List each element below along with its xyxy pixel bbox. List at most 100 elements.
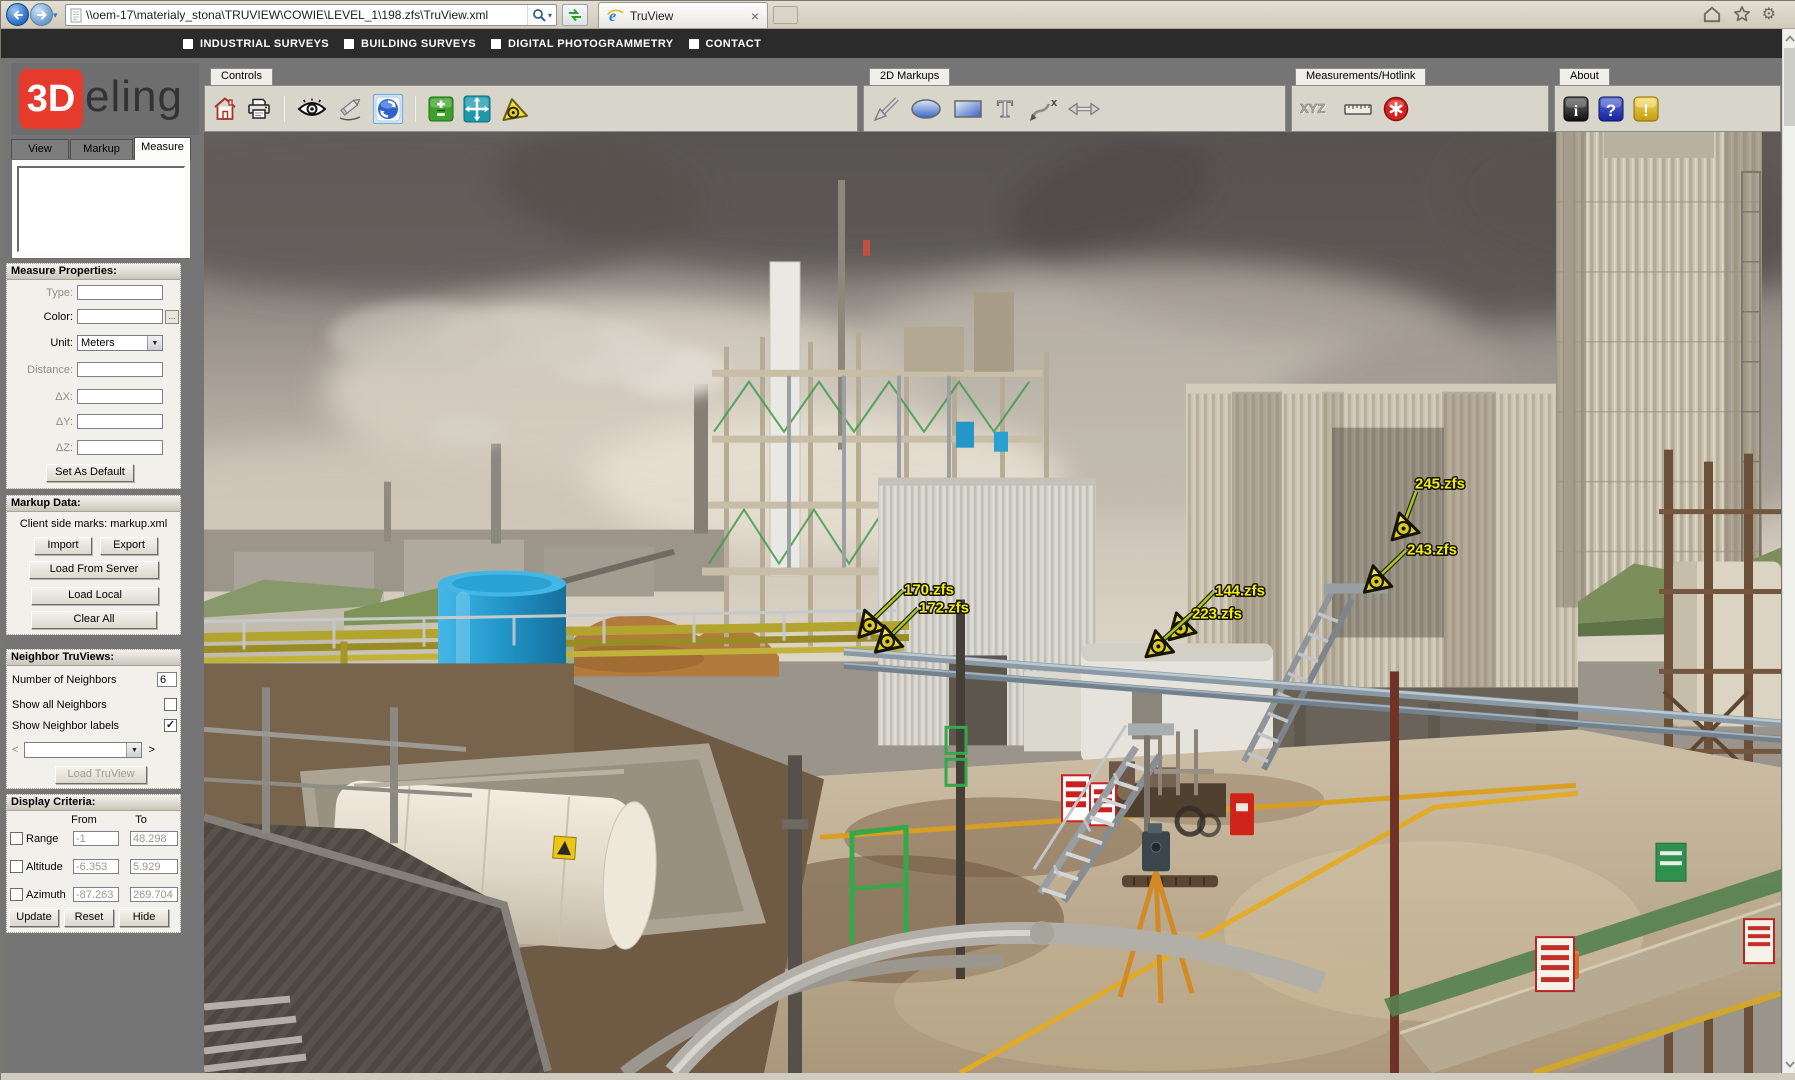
neighbor-truviews-panel: Neighbor TruViews: Number of Neighbors S… bbox=[6, 649, 181, 789]
type-label: Type: bbox=[7, 287, 77, 299]
scroll-down-icon[interactable] bbox=[1783, 1055, 1795, 1073]
scroll-up-icon[interactable] bbox=[1783, 29, 1795, 47]
marker-label[interactable]: 144.zfs bbox=[1215, 583, 1265, 600]
markup-mode-button[interactable] bbox=[336, 97, 364, 121]
view-refresh-button[interactable] bbox=[373, 94, 403, 124]
rectangle-markup-button[interactable] bbox=[952, 98, 984, 120]
search-control[interactable]: ▾ bbox=[527, 5, 556, 25]
neighbor-select[interactable]: ▼ bbox=[24, 742, 142, 758]
help-button[interactable]: ? bbox=[1598, 96, 1624, 122]
tab-view[interactable]: View bbox=[11, 139, 69, 159]
width-measure-button[interactable] bbox=[1067, 99, 1101, 119]
dz-label: ΔZ: bbox=[7, 442, 77, 454]
load-from-server-button[interactable]: Load From Server bbox=[29, 561, 159, 579]
dy-field[interactable] bbox=[77, 414, 163, 429]
marker-label[interactable]: 170.zfs bbox=[904, 582, 954, 599]
load-truview-button[interactable]: Load TruView bbox=[55, 766, 147, 784]
neighbor-markers-button[interactable] bbox=[500, 96, 528, 122]
ellipse-markup-button[interactable] bbox=[909, 97, 943, 121]
warning-icon: ! bbox=[1633, 96, 1659, 122]
truview-panorama[interactable]: 170.zfs 172.zfs 144.zfs 223.zfs 245.zfs bbox=[204, 132, 1781, 1073]
next-neighbor-button[interactable]: > bbox=[148, 744, 154, 756]
marker-label[interactable]: 172.zfs bbox=[919, 599, 969, 616]
altitude-checkbox[interactable] bbox=[10, 860, 23, 873]
measure-list[interactable] bbox=[17, 166, 185, 252]
home-view-button[interactable] bbox=[213, 96, 237, 122]
type-field[interactable] bbox=[77, 285, 163, 300]
color-picker-button[interactable]: ... bbox=[165, 310, 179, 324]
address-url[interactable]: \\oem-17\materialy_stona\TRUVIEW\COWIE\L… bbox=[86, 8, 527, 22]
measure-distance-button[interactable] bbox=[1343, 101, 1373, 117]
altitude-from-field[interactable] bbox=[73, 859, 119, 874]
update-button[interactable]: Update bbox=[9, 909, 59, 927]
browser-back-button[interactable] bbox=[6, 3, 29, 26]
browser-forward-button[interactable] bbox=[30, 3, 53, 26]
refresh-icon bbox=[567, 8, 583, 22]
hotlink-button[interactable] bbox=[1382, 95, 1410, 123]
unit-select[interactable]: Meters▼ bbox=[77, 335, 163, 351]
color-field[interactable] bbox=[77, 309, 163, 324]
show-all-neighbors-checkbox[interactable] bbox=[164, 698, 177, 711]
3deling-logo: 3D eling bbox=[11, 63, 199, 135]
azimuth-checkbox[interactable] bbox=[10, 888, 23, 901]
adjust-image-button[interactable] bbox=[428, 96, 454, 122]
favorites-star-icon[interactable] bbox=[1733, 5, 1751, 23]
prev-neighbor-button[interactable]: < bbox=[12, 744, 18, 756]
nav-item-industrial-surveys[interactable]: INDUSTRIAL SURVEYS bbox=[183, 38, 329, 50]
xyz-coordinates-button[interactable]: XYZ XYZ bbox=[1300, 100, 1334, 118]
dz-field[interactable] bbox=[77, 440, 163, 455]
clear-all-button[interactable]: Clear All bbox=[31, 611, 157, 629]
reset-button[interactable]: Reset bbox=[64, 909, 114, 927]
polyline-coordinates-button[interactable]: x bbox=[1026, 96, 1058, 122]
home-icon[interactable] bbox=[1702, 5, 1722, 23]
panorama-viewport[interactable]: 170.zfs 172.zfs 144.zfs 223.zfs 245.zfs bbox=[204, 132, 1781, 1073]
nav-item-contact[interactable]: CONTACT bbox=[689, 38, 762, 50]
recent-pages-caret-icon[interactable]: ▾ bbox=[53, 10, 58, 21]
settings-gear-icon[interactable]: ⚙ bbox=[1762, 4, 1776, 24]
export-button[interactable]: Export bbox=[100, 537, 158, 555]
range-checkbox[interactable] bbox=[10, 832, 23, 845]
info-button[interactable]: i bbox=[1563, 96, 1589, 122]
scrollbar-thumb[interactable] bbox=[1784, 48, 1795, 126]
number-of-neighbors-field[interactable] bbox=[157, 672, 177, 687]
combo-arrow-icon[interactable]: ▼ bbox=[147, 336, 162, 350]
altitude-to-field[interactable] bbox=[130, 859, 178, 874]
browser-tab[interactable]: e TruView × bbox=[598, 2, 768, 28]
tab-markup[interactable]: Markup bbox=[70, 139, 133, 159]
dx-field[interactable] bbox=[77, 389, 163, 404]
azimuth-from-field[interactable] bbox=[73, 887, 119, 902]
arrow-markup-button[interactable] bbox=[872, 96, 900, 122]
nav-item-building-surveys[interactable]: BUILDING SURVEYS bbox=[344, 38, 476, 50]
show-all-neighbors-label: Show all Neighbors bbox=[12, 699, 164, 711]
range-from-field[interactable] bbox=[73, 831, 119, 846]
warning-button[interactable]: ! bbox=[1633, 96, 1659, 122]
load-local-button[interactable]: Load Local bbox=[31, 587, 159, 605]
marker-label[interactable]: 245.zfs bbox=[1415, 476, 1465, 493]
pan-arrows-icon bbox=[463, 95, 491, 123]
combo-arrow-icon[interactable]: ▼ bbox=[126, 743, 141, 757]
print-button[interactable] bbox=[246, 97, 272, 121]
print-icon bbox=[246, 97, 272, 121]
tab-close-button[interactable]: × bbox=[751, 9, 759, 23]
new-tab-button[interactable] bbox=[773, 6, 798, 24]
text-markup-button[interactable]: T bbox=[993, 96, 1017, 122]
pan-button[interactable] bbox=[463, 95, 491, 123]
address-bar[interactable]: \\oem-17\materialy_stona\TRUVIEW\COWIE\L… bbox=[65, 4, 557, 26]
import-button[interactable]: Import bbox=[34, 537, 92, 555]
range-to-field[interactable] bbox=[130, 831, 178, 846]
marker-label[interactable]: 223.zfs bbox=[1192, 605, 1242, 622]
refresh-button[interactable] bbox=[562, 4, 588, 26]
tab-title: TruView bbox=[630, 9, 745, 23]
hide-button[interactable]: Hide bbox=[119, 909, 169, 927]
show-neighbor-labels-checkbox[interactable]: ✓ bbox=[164, 719, 177, 732]
set-as-default-button[interactable]: Set As Default bbox=[46, 464, 134, 482]
nav-item-digital-photogrammetry[interactable]: DIGITAL PHOTOGRAMMETRY bbox=[491, 38, 673, 50]
eye-icon bbox=[297, 98, 327, 120]
dx-label: ΔX: bbox=[7, 391, 77, 403]
page-scrollbar[interactable] bbox=[1782, 29, 1795, 1073]
marker-label[interactable]: 243.zfs bbox=[1407, 542, 1457, 559]
tab-measure[interactable]: Measure bbox=[134, 137, 191, 160]
view-mode-button[interactable] bbox=[297, 98, 327, 120]
distance-field[interactable] bbox=[77, 362, 163, 377]
azimuth-to-field[interactable] bbox=[130, 887, 178, 902]
